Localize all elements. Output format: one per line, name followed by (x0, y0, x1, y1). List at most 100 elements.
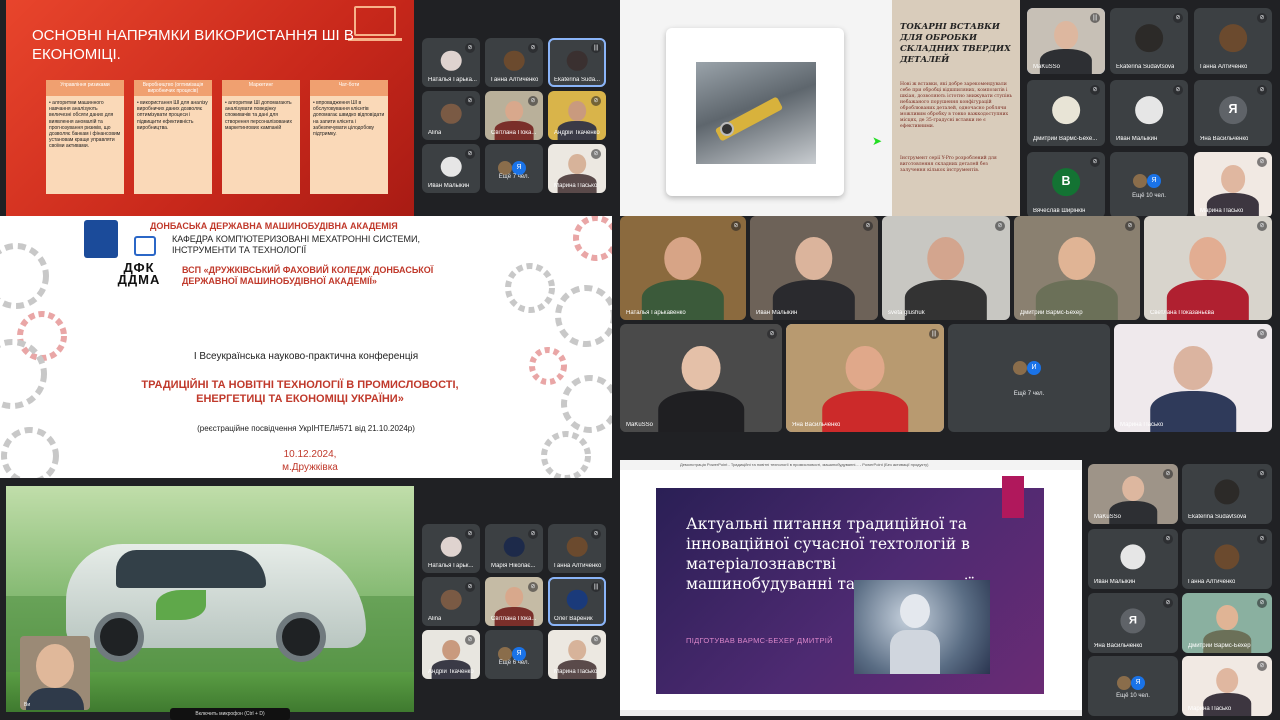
participant-tile[interactable]: ⊘ sveta glushuk (882, 216, 1010, 320)
participant-tile[interactable]: ⊘ Иван Малыкин (750, 216, 878, 320)
participant-tile[interactable]: И Ещё 7 чел. (948, 324, 1110, 432)
mic-off-icon[interactable]: ⊘ (1257, 157, 1267, 167)
conference-title: ТРАДИЦІЙНІ ТА НОВІТНІ ТЕХНОЛОГІЇ В ПРОМИ… (141, 379, 459, 405)
mic-off-icon[interactable]: ⊘ (1163, 598, 1173, 608)
participant-tile[interactable]: ⊘ Марина Пасько (1182, 656, 1272, 716)
mic-off-icon[interactable]: ⊘ (1090, 85, 1100, 95)
mic-off-icon[interactable]: ⊘ (1125, 221, 1135, 231)
participant-tile[interactable]: ⊘ Иван Малыкин (1110, 80, 1188, 146)
mic-off-icon[interactable]: ⊘ (1257, 469, 1267, 479)
participant-tile[interactable]: ⊘ Ганна Алтиченко (485, 38, 543, 87)
participant-tile[interactable]: ⊘ Ekaterina Sudavtsova (1110, 8, 1188, 74)
participant-avatar (1117, 676, 1131, 691)
participant-name: Ekaterina Sudavtsova (1116, 64, 1175, 70)
participant-tile[interactable]: ⊘ Иван Малыкин (1088, 529, 1178, 589)
mic-off-icon[interactable]: ⊘ (1090, 157, 1100, 167)
participant-tile[interactable]: ⊘ Наталья Гарька... (422, 38, 480, 87)
participant-tile[interactable]: ⊘ Alina (422, 91, 480, 140)
mic-off-icon[interactable]: ⊘ (995, 221, 1005, 231)
participant-tile[interactable]: ⊘ Alina (422, 577, 480, 626)
mic-off-icon[interactable]: ⊘ (591, 635, 601, 645)
participant-tile[interactable]: Я Ещё 7 чел. (485, 144, 543, 193)
participant-tile[interactable]: ⊘ Ганна Алтиченко (548, 524, 606, 573)
participant-tile[interactable]: Я ⊘ Яна Васильченко (1088, 593, 1178, 653)
participant-name: Наталья Гарька... (428, 77, 477, 83)
participant-tile[interactable]: ⊘ Андрій Ткаченко (422, 630, 480, 679)
mic-off-icon[interactable]: ⊘ (528, 529, 538, 539)
participant-tile[interactable]: ||| Ekaterina Suda... (548, 38, 606, 87)
mic-off-icon[interactable]: ⊘ (1257, 598, 1267, 608)
mic-off-icon[interactable]: ⊘ (465, 635, 475, 645)
mic-off-icon[interactable]: ⊘ (465, 582, 475, 592)
powerpoint-window[interactable]: Демонстрація PowerPoint - Традиційні та … (620, 460, 1082, 716)
registration-note: (реєстраційне посвідчення УкрІНТЕЛ#571 в… (197, 424, 415, 433)
speaking-icon[interactable]: ||| (591, 43, 601, 53)
mic-off-icon[interactable]: ⊘ (1173, 13, 1183, 23)
participant-tile[interactable]: ⊘ Иван Малыкин (422, 144, 480, 193)
participant-tile[interactable]: Я Ещё 10 чел. (1088, 656, 1178, 716)
mic-off-icon[interactable]: ⊘ (731, 221, 741, 231)
mic-off-icon[interactable]: ⊘ (465, 43, 475, 53)
participant-tile[interactable]: ⊘ Ekaterina Sudavtsova (1182, 464, 1272, 524)
mic-off-icon[interactable]: ⊘ (1163, 534, 1173, 544)
participant-tile[interactable]: ||| Яна Васильченко (786, 324, 944, 432)
participant-name: Дмитрий Вармс-Бехер (1188, 643, 1251, 649)
self-body (26, 688, 84, 710)
speaking-icon[interactable]: ||| (929, 329, 939, 339)
participant-name: Alina (428, 130, 442, 136)
mic-off-icon[interactable]: ⊘ (1257, 85, 1267, 95)
mic-off-icon[interactable]: ⊘ (528, 582, 538, 592)
speaking-icon[interactable]: ||| (591, 582, 601, 592)
mic-off-icon[interactable]: ⊘ (767, 329, 777, 339)
meeting-collage: ОСНОВНІ НАПРЯМКИ ВИКОРИСТАННЯ ШІ В ЕКОНО… (0, 0, 1280, 720)
participant-tile[interactable]: ⊘ Андрій Ткаченко (548, 91, 606, 140)
participant-tile[interactable]: ⊘ Марина Пасько (1194, 152, 1272, 216)
speaking-icon[interactable]: ||| (1090, 13, 1100, 23)
participant-tile[interactable]: ⊘ MaKuSSo (1088, 464, 1178, 524)
participant-tile[interactable]: В ⊘ Вячеслав Ширінкін (1027, 152, 1105, 216)
participant-tile[interactable]: ⊘ Светлана Показаньєва (1144, 216, 1272, 320)
participant-tile[interactable]: ⊘ Марина Пасько (1114, 324, 1272, 432)
participant-avatar (566, 50, 588, 71)
participant-tile[interactable]: Я ⊘ Яна Васильченко (1194, 80, 1272, 146)
status-bar (620, 710, 1082, 716)
conference-name: І Всеукраїнська науково-практична конфер… (193, 351, 419, 362)
participant-tile[interactable]: ||| MaKuSSo (1027, 8, 1105, 74)
participant-tile[interactable]: ⊘ Світлана Пока... (485, 577, 543, 626)
participant-name: Дмитрий Вармс-Бехе... (1033, 136, 1098, 142)
participant-tile[interactable]: Я Ещё 6 чел. (485, 630, 543, 679)
mic-off-icon[interactable]: ⊘ (1173, 85, 1183, 95)
participant-tile[interactable]: ⊘ Ганна Алтиченко (1182, 529, 1272, 589)
mic-off-icon[interactable]: ⊘ (528, 96, 538, 106)
mic-off-icon[interactable]: ⊘ (1257, 13, 1267, 23)
mic-off-icon[interactable]: ⊘ (1257, 221, 1267, 231)
mic-off-icon[interactable]: ⊘ (465, 149, 475, 159)
mic-off-icon[interactable]: ⊘ (591, 529, 601, 539)
participant-tile[interactable]: ⊘ Марина Пасько (548, 630, 606, 679)
mic-off-icon[interactable]: ⊘ (1257, 329, 1267, 339)
participant-tile[interactable]: ||| Олег Вареник (548, 577, 606, 626)
participant-tile[interactable]: ⊘ Ганна Алтиченко (1194, 8, 1272, 74)
column-text: • алгоритми ШІ допомагають аналізувати п… (225, 100, 292, 131)
mic-off-icon[interactable]: ⊘ (465, 96, 475, 106)
participant-tile[interactable]: ⊘ Наталья Гарькавенко (620, 216, 746, 320)
participant-tile[interactable]: ⊘ Марина Пасько (548, 144, 606, 193)
participant-tile[interactable]: ⊘ Дмитрий Вармс-Бехер (1182, 593, 1272, 653)
college-logo: ДФК ДДМА (117, 260, 161, 287)
mic-off-icon[interactable]: ⊘ (1163, 469, 1173, 479)
mic-off-icon[interactable]: ⊘ (1257, 661, 1267, 671)
participant-tile[interactable]: ⊘ Світлана Пока... (485, 91, 543, 140)
participant-tile[interactable]: ⊘ MaKuSSo (620, 324, 782, 432)
participant-tile[interactable]: ⊘ Дмитрий Вармс-Бехе... (1027, 80, 1105, 146)
mic-off-icon[interactable]: ⊘ (1257, 534, 1267, 544)
mic-off-icon[interactable]: ⊘ (591, 96, 601, 106)
participant-tile[interactable]: ⊘ Марія Ніколає... (485, 524, 543, 573)
mic-off-icon[interactable]: ⊘ (863, 221, 873, 231)
participant-avatar (1013, 360, 1027, 375)
participant-tile[interactable]: ⊘ Наталья Гарьк... (422, 524, 480, 573)
participant-tile[interactable]: ⊘ Дмитрий Вармс-Бехер (1014, 216, 1140, 320)
mic-off-icon[interactable]: ⊘ (465, 529, 475, 539)
mic-off-icon[interactable]: ⊘ (591, 149, 601, 159)
mic-off-icon[interactable]: ⊘ (528, 43, 538, 53)
participant-tile[interactable]: Я Ещё 10 чел. (1110, 152, 1188, 216)
